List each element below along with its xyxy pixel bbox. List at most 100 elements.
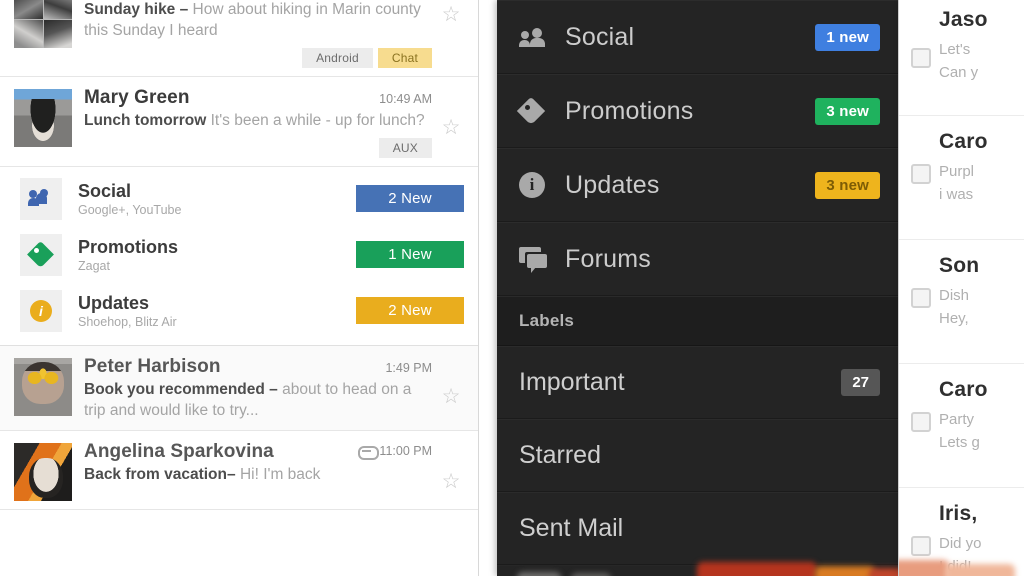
mail-row[interactable]: Peter Harbison 1:49 PM Book you recommen… xyxy=(0,345,478,431)
mail-preview: It's been a while - up for lunch? xyxy=(210,111,425,129)
mail-preview: i was xyxy=(939,186,974,204)
label-name: Starred xyxy=(519,441,601,469)
mail-subject: Sunday hike – xyxy=(84,1,189,18)
category-badge[interactable]: 2 New xyxy=(356,297,464,325)
nav-item-label: Forums xyxy=(565,244,651,273)
mail-sender: Mary Green xyxy=(84,86,190,108)
nav-item-badge: 3 new xyxy=(815,171,880,199)
label-item-sent-mail[interactable]: Sent Mail xyxy=(497,492,898,565)
nav-item-promotions[interactable]: Promotions 3 new xyxy=(497,74,898,148)
mail-sender: Caro xyxy=(939,378,988,401)
category-text: Updates Shoehop, Blitz Air xyxy=(78,293,356,329)
category-text: Promotions Zagat xyxy=(78,237,356,273)
star-icon[interactable]: ☆ xyxy=(442,117,461,138)
mail-time: 1:49 PM xyxy=(385,360,432,375)
mail-sender: Son xyxy=(939,254,980,277)
nav-item-label: Promotions xyxy=(565,96,694,125)
mail-preview: Hi! I'm back xyxy=(239,465,321,483)
mail-meta: 1:49 PM xyxy=(377,361,432,375)
mail-snippet: Sunday hike – How about hiking in Marin … xyxy=(84,0,432,42)
select-checkbox[interactable] xyxy=(911,412,931,432)
mail-chips: Android Chat xyxy=(84,47,432,68)
category-row-updates[interactable]: Updates Shoehop, Blitz Air 2 New xyxy=(0,283,478,339)
mail-sender: Jaso xyxy=(939,8,988,31)
mail-row[interactable]: Sunday hike – How about hiking in Marin … xyxy=(0,0,478,77)
mail-row[interactable]: Angelina Sparkovina 11:00 PM Back from v… xyxy=(0,430,478,510)
mail-subject: Did yo xyxy=(939,535,982,552)
select-checkbox[interactable] xyxy=(911,164,931,184)
tag-icon xyxy=(519,98,565,124)
mail-subject: Party xyxy=(939,411,975,428)
mail-sender: Caro xyxy=(939,130,988,153)
nav-item-badge: 1 new xyxy=(815,23,880,51)
mail-row[interactable]: Mary Green 10:49 AM Lunch tomorrow It's … xyxy=(0,76,478,167)
nav-item-social[interactable]: Social 1 new xyxy=(497,0,898,74)
mail-subject: Back from vacation– xyxy=(84,465,236,483)
mail-header: Peter Harbison 1:49 PM xyxy=(84,356,432,378)
people-icon xyxy=(20,177,62,220)
nav-item-forums[interactable]: Forums xyxy=(497,222,898,296)
forum-icon xyxy=(519,247,565,273)
mail-sender: Peter Harbison xyxy=(84,355,221,377)
star-icon[interactable]: ☆ xyxy=(442,4,461,25)
select-checkbox[interactable] xyxy=(911,288,931,308)
mail-header: Mary Green 10:49 AM xyxy=(84,87,432,109)
panel-gutter xyxy=(479,0,497,576)
info-icon xyxy=(20,289,62,332)
chip-android[interactable]: Android xyxy=(302,47,373,68)
chip-chat[interactable]: Chat xyxy=(377,47,432,68)
nav-item-updates[interactable]: Updates 3 new xyxy=(497,148,898,222)
mail-content: Peter Harbison 1:49 PM Book you recommen… xyxy=(84,356,438,422)
star-icon[interactable]: ☆ xyxy=(442,471,461,492)
star-icon[interactable]: ☆ xyxy=(442,386,461,407)
screenshot-root: Sunday hike – How about hiking in Marin … xyxy=(0,0,1024,576)
mail-header: Angelina Sparkovina 11:00 PM xyxy=(84,441,432,463)
navigation-drawer: Social 1 new Promotions 3 new Updates 3 … xyxy=(497,0,898,576)
chip-aux[interactable]: AUX xyxy=(378,137,432,158)
mail-preview: Lets g xyxy=(939,434,980,452)
mail-preview: I did! xyxy=(939,558,972,576)
list-item[interactable]: Iris, Did yo I did! xyxy=(899,488,1024,576)
category-row-promotions[interactable]: Promotions Zagat 1 New xyxy=(0,227,478,283)
star-column: ☆ xyxy=(438,441,464,492)
mail-time: 10:49 AM xyxy=(379,91,432,106)
list-item[interactable]: Caro Party Lets g xyxy=(899,364,1024,488)
list-item[interactable]: Jaso Let's Can y xyxy=(899,0,1024,116)
select-checkbox[interactable] xyxy=(911,536,931,556)
mail-subject: Book you recommended – xyxy=(84,380,278,398)
angelina-avatar xyxy=(14,442,72,501)
mail-content: Mary Green 10:49 AM Lunch tomorrow It's … xyxy=(84,87,438,158)
categories-block: Social Google+, YouTube 2 New Promotions… xyxy=(0,166,478,346)
label-item-drafts[interactable]: Drafts xyxy=(497,565,898,576)
list-item[interactable]: Caro Purpl i was xyxy=(899,116,1024,240)
select-checkbox[interactable] xyxy=(911,48,931,68)
mail-preview: Hey, xyxy=(939,310,969,328)
star-column: ☆ xyxy=(438,87,464,138)
label-item-important[interactable]: Important 27 xyxy=(497,346,898,419)
label-item-starred[interactable]: Starred xyxy=(497,419,898,492)
mail-snippet: Lunch tomorrow It's been a while - up fo… xyxy=(84,111,432,132)
secondary-mail-list-panel: Jaso Let's Can y Caro Purpl i was Son Di… xyxy=(898,0,1024,576)
mail-sender: Angelina Sparkovina xyxy=(84,440,274,462)
mail-time: 11:00 PM xyxy=(379,444,432,459)
mail-chips: AUX xyxy=(84,137,432,158)
labels-header-text: Labels xyxy=(519,311,575,330)
list-item[interactable]: Son Dish Hey, xyxy=(899,240,1024,364)
category-badge[interactable]: 1 New xyxy=(356,241,464,269)
peter-avatar xyxy=(14,357,72,416)
mail-content: Angelina Sparkovina 11:00 PM Back from v… xyxy=(84,441,438,486)
mail-sender: Iris, xyxy=(939,502,978,525)
mail-snippet: Book you recommended – about to head on … xyxy=(84,380,432,422)
mail-subject: Dish xyxy=(939,287,970,304)
labels-section-header: Labels xyxy=(497,296,898,346)
mail-content: Sunday hike – How about hiking in Marin … xyxy=(84,0,438,68)
category-subtitle: Google+, YouTube xyxy=(78,202,182,217)
category-title: Promotions xyxy=(78,236,179,257)
people-icon xyxy=(519,27,565,47)
category-badge[interactable]: 2 New xyxy=(356,185,464,213)
category-subtitle: Zagat xyxy=(78,258,110,273)
category-row-social[interactable]: Social Google+, YouTube 2 New xyxy=(0,171,478,227)
mary-avatar xyxy=(14,88,72,147)
mail-subject: Lunch tomorrow xyxy=(84,111,207,129)
info-icon xyxy=(519,172,565,198)
